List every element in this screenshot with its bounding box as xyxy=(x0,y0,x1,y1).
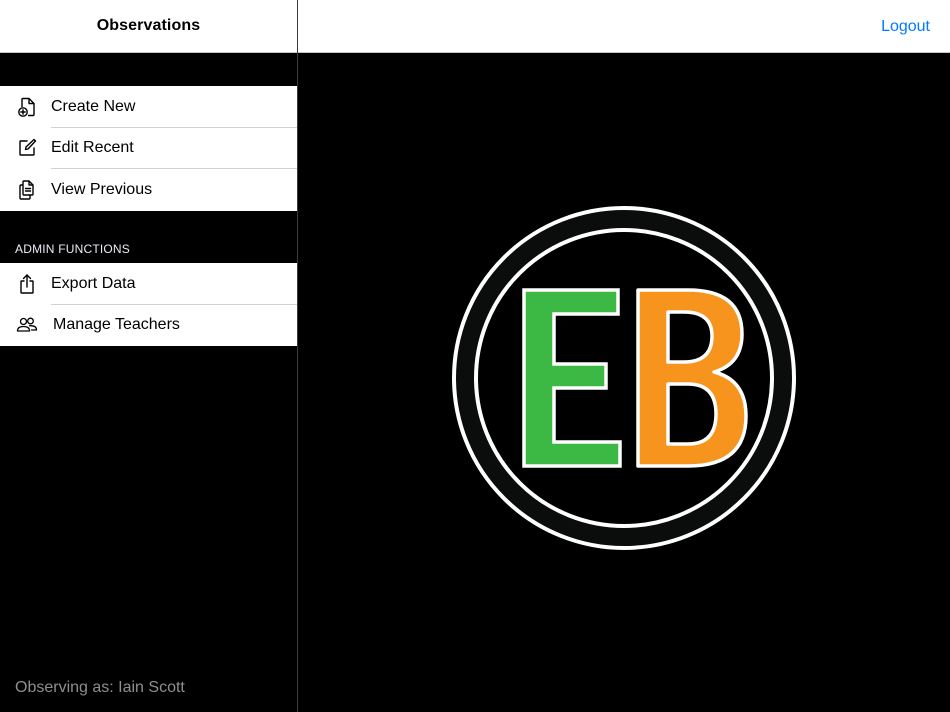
admin-section-header: ADMIN FUNCTIONS xyxy=(15,242,130,256)
main-menu-group: Create New Edit Recent View Previous xyxy=(0,86,297,211)
observing-as-text: Observing as: Iain Scott xyxy=(15,679,185,696)
share-export-icon xyxy=(16,273,38,295)
edit-recent-button[interactable]: Edit Recent xyxy=(0,128,297,169)
export-data-button[interactable]: Export Data xyxy=(0,263,297,305)
edit-square-icon xyxy=(16,137,38,159)
edit-recent-label: Edit Recent xyxy=(51,139,134,157)
export-data-label: Export Data xyxy=(51,274,136,292)
manage-teachers-button[interactable]: Manage Teachers xyxy=(0,305,297,347)
sidebar-header: Observations xyxy=(0,0,297,53)
document-plus-icon xyxy=(16,96,38,118)
sidebar: Observations Create New Edit Recent View… xyxy=(0,0,298,712)
view-previous-button[interactable]: View Previous xyxy=(0,169,297,211)
sidebar-title: Observations xyxy=(96,17,201,34)
eb-logo xyxy=(452,206,796,550)
admin-menu-group: Export Data Manage Teachers xyxy=(0,263,297,346)
app-window: Observations Create New Edit Recent View… xyxy=(0,0,950,712)
manage-teachers-label: Manage Teachers xyxy=(53,316,180,334)
view-previous-label: View Previous xyxy=(51,180,153,198)
create-new-label: Create New xyxy=(51,97,136,115)
people-icon xyxy=(16,314,38,336)
documents-icon xyxy=(16,179,38,201)
logout-button[interactable]: Logout xyxy=(881,18,930,36)
main-header: Logout xyxy=(298,0,950,53)
main-content xyxy=(298,53,950,712)
create-new-button[interactable]: Create New xyxy=(0,86,297,128)
